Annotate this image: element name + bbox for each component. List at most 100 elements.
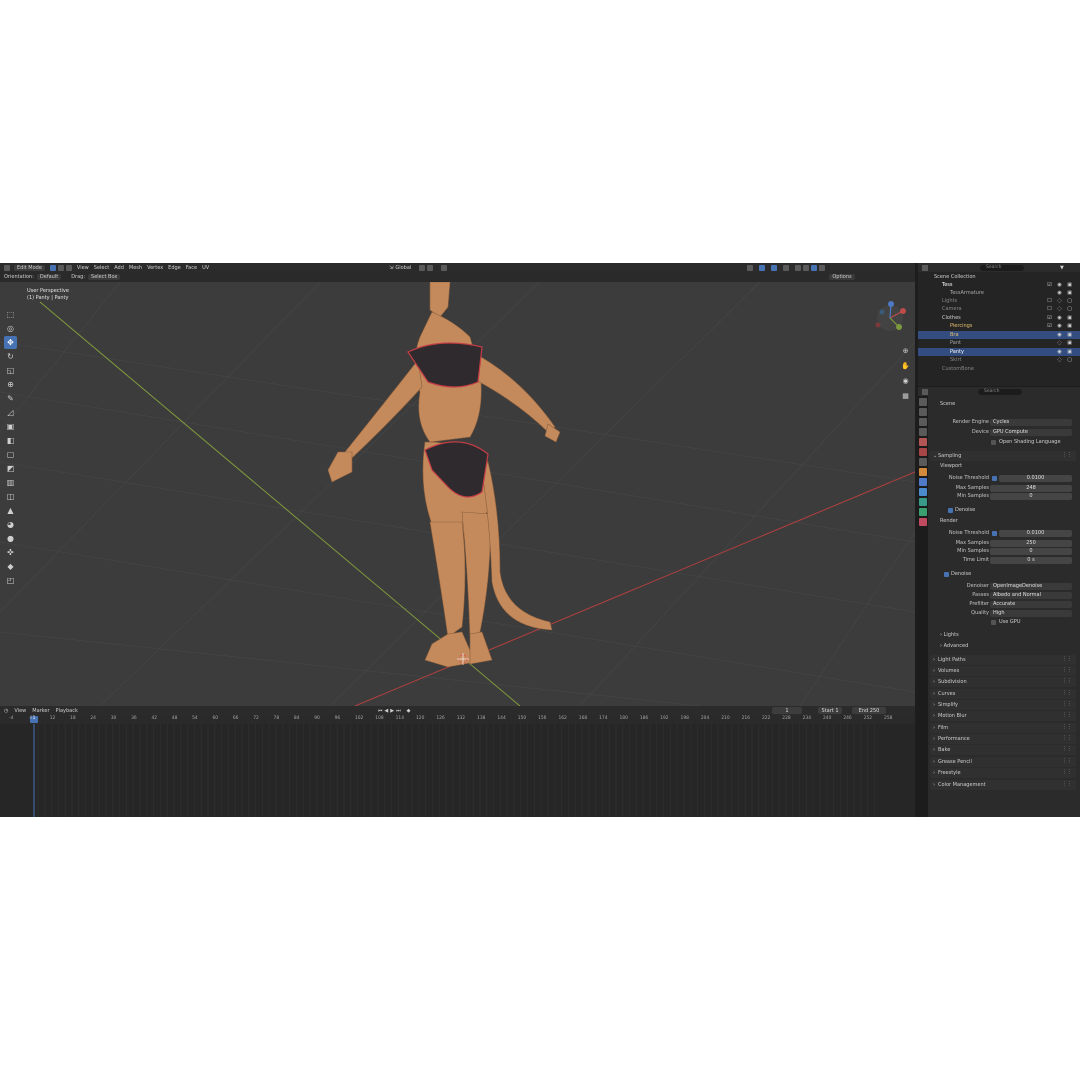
jump-end-icon[interactable]: ⏭ — [396, 708, 401, 714]
3d-viewport[interactable]: User Perspective (1) Panty | Panty ⬚ ◎ ✥… — [0, 282, 915, 706]
output-tab-icon[interactable] — [919, 418, 927, 426]
gizmo-icon[interactable] — [759, 264, 766, 271]
timeline-area[interactable] — [0, 724, 915, 817]
spin-tool-icon[interactable]: ◕ — [4, 518, 17, 531]
face-select-icon[interactable] — [65, 264, 72, 271]
timeline-menu-marker[interactable]: Marker — [32, 708, 49, 714]
outliner-row[interactable]: Bra ◉ ▣ — [918, 331, 1080, 339]
outliner-row[interactable]: Lights ☐ ◌ ▢ — [918, 297, 1080, 305]
modifier-tab-icon[interactable] — [919, 478, 927, 486]
vp-max-field[interactable]: 248 — [990, 485, 1072, 492]
quality-dropdown[interactable]: High — [990, 610, 1072, 617]
scale-tool-icon[interactable]: ◱ — [4, 364, 17, 377]
use-gpu-checkbox[interactable] — [991, 620, 996, 625]
options-dropdown[interactable]: Options — [829, 274, 855, 280]
r-min-field[interactable]: 0 — [990, 548, 1072, 555]
panel-bake[interactable]: › Bake ⋮⋮ — [930, 745, 1076, 755]
inset-tool-icon[interactable]: ▢ — [4, 448, 17, 461]
panel-film[interactable]: › Film ⋮⋮ — [930, 723, 1076, 733]
snap-icon[interactable] — [427, 264, 434, 271]
device-dropdown[interactable]: GPU Compute — [990, 429, 1072, 436]
vp-noise-field[interactable]: 0.0100 — [999, 475, 1072, 482]
advanced-subpanel[interactable]: › Advanced — [940, 643, 968, 649]
outliner-row[interactable]: Clothes ☑ ◉ ▣ — [918, 314, 1080, 322]
panel-motion-blur[interactable]: › Motion Blur ⋮⋮ — [930, 711, 1076, 721]
menu-view[interactable]: View — [77, 265, 89, 271]
transform-orientation-dropdown[interactable]: Global — [395, 265, 411, 271]
xray-icon[interactable] — [783, 264, 790, 271]
start-frame-field[interactable]: Start 1 — [818, 707, 842, 714]
lights-subpanel[interactable]: › Lights — [940, 632, 959, 638]
ortho-grid-icon[interactable]: ▦ — [899, 389, 912, 402]
collection-tab-icon[interactable] — [919, 458, 927, 466]
properties-editor-icon[interactable] — [922, 388, 928, 395]
outliner-search[interactable]: Search — [980, 264, 1024, 271]
view-layer-tab-icon[interactable] — [919, 428, 927, 436]
outliner-row[interactable]: Piercings ☑ ◉ ▣ — [918, 322, 1080, 330]
mode-dropdown[interactable]: Edit Mode — [14, 264, 45, 271]
end-frame-field[interactable]: End 250 — [852, 707, 886, 714]
visibility-eye-icon[interactable]: ◉ ▣ — [1057, 332, 1074, 338]
panel-performance[interactable]: › Performance ⋮⋮ — [930, 734, 1076, 744]
outliner-row[interactable]: Panty ◉ ▣ — [918, 348, 1080, 356]
world-tab-icon[interactable] — [919, 448, 927, 456]
play-reverse-icon[interactable]: ◀ — [384, 708, 388, 714]
edge-select-icon[interactable] — [57, 264, 64, 271]
viewport-subpanel[interactable]: Viewport — [940, 463, 962, 469]
menu-face[interactable]: Face — [186, 265, 197, 271]
render-tab-icon[interactable] — [919, 408, 927, 416]
shrink-fatten-tool-icon[interactable]: ✜ — [4, 546, 17, 559]
menu-mesh[interactable]: Mesh — [129, 265, 142, 271]
denoiser-dropdown[interactable]: OpenImageDenoise — [990, 583, 1072, 590]
outliner-row[interactable]: Tess ☑ ◉ ▣ — [918, 281, 1080, 289]
zoom-icon[interactable]: ⊕ — [899, 344, 912, 357]
annotate-tool-icon[interactable]: ✎ — [4, 392, 17, 405]
material-shading-icon[interactable] — [811, 264, 818, 271]
play-icon[interactable]: ▶ — [390, 708, 394, 714]
cursor-tool-icon[interactable]: ◎ — [4, 322, 17, 335]
transform-tool-icon[interactable]: ⊕ — [4, 378, 17, 391]
visibility-eye-icon[interactable]: ◌ ▢ — [1057, 357, 1074, 363]
proportional-edit-icon[interactable] — [441, 264, 448, 271]
vp-noise-checkbox[interactable] — [992, 476, 997, 481]
panel-volumes[interactable]: › Volumes ⋮⋮ — [930, 666, 1076, 676]
tool-tab-icon[interactable] — [919, 398, 927, 406]
panel-grease-pencil[interactable]: › Grease Pencil ⋮⋮ — [930, 757, 1076, 767]
r-noise-checkbox[interactable] — [992, 531, 997, 536]
outliner-row[interactable]: TessArmature ◉ ▣ — [918, 289, 1080, 297]
overlay-icon[interactable] — [771, 264, 778, 271]
visibility-eye-icon[interactable]: ☑ ◉ ▣ — [1047, 282, 1074, 288]
material-tab-icon[interactable] — [919, 518, 927, 526]
menu-vertex[interactable]: Vertex — [147, 265, 163, 271]
rip-tool-icon[interactable]: ◰ — [4, 574, 17, 587]
rendered-shading-icon[interactable] — [819, 264, 826, 271]
menu-select[interactable]: Select — [94, 265, 109, 271]
shear-tool-icon[interactable]: ◆ — [4, 560, 17, 573]
panel-simplify[interactable]: › Simplify ⋮⋮ — [930, 700, 1076, 710]
r-max-field[interactable]: 250 — [990, 540, 1072, 547]
poly-build-tool-icon[interactable]: ▲ — [4, 504, 17, 517]
bevel-tool-icon[interactable]: ◩ — [4, 462, 17, 475]
knife-tool-icon[interactable]: ◫ — [4, 490, 17, 503]
panel-curves[interactable]: › Curves ⋮⋮ — [930, 689, 1076, 699]
panel-subdivision[interactable]: › Subdivision ⋮⋮ — [930, 677, 1076, 687]
visibility-eye-icon[interactable]: ◌ ▣ — [1057, 340, 1074, 346]
current-frame-field[interactable]: 1 — [772, 707, 802, 714]
scene-tab-icon[interactable] — [919, 438, 927, 446]
character-model[interactable] — [327, 282, 561, 668]
navigation-gizmo[interactable] — [875, 301, 907, 331]
panel-light-paths[interactable]: › Light Paths ⋮⋮ — [930, 655, 1076, 665]
physics-tab-icon[interactable] — [919, 498, 927, 506]
extrude-tool-icon[interactable]: ◧ — [4, 434, 17, 447]
drag-dropdown[interactable]: Select Box — [88, 274, 121, 280]
outliner-row[interactable]: Pant ◌ ▣ — [918, 339, 1080, 347]
visibility-icon[interactable] — [747, 264, 754, 271]
menu-edge[interactable]: Edge — [168, 265, 181, 271]
loop-cut-tool-icon[interactable]: ▥ — [4, 476, 17, 489]
outliner-editor-icon[interactable] — [922, 264, 928, 271]
visibility-eye-icon[interactable]: ☑ ◉ ▣ — [1047, 315, 1074, 321]
vp-denoise-checkbox[interactable] — [948, 508, 953, 513]
timeline-menu-view[interactable]: View — [14, 708, 26, 714]
data-tab-icon[interactable] — [919, 508, 927, 516]
sampling-panel[interactable]: ⌄ Sampling ⋮⋮ — [930, 451, 1076, 461]
